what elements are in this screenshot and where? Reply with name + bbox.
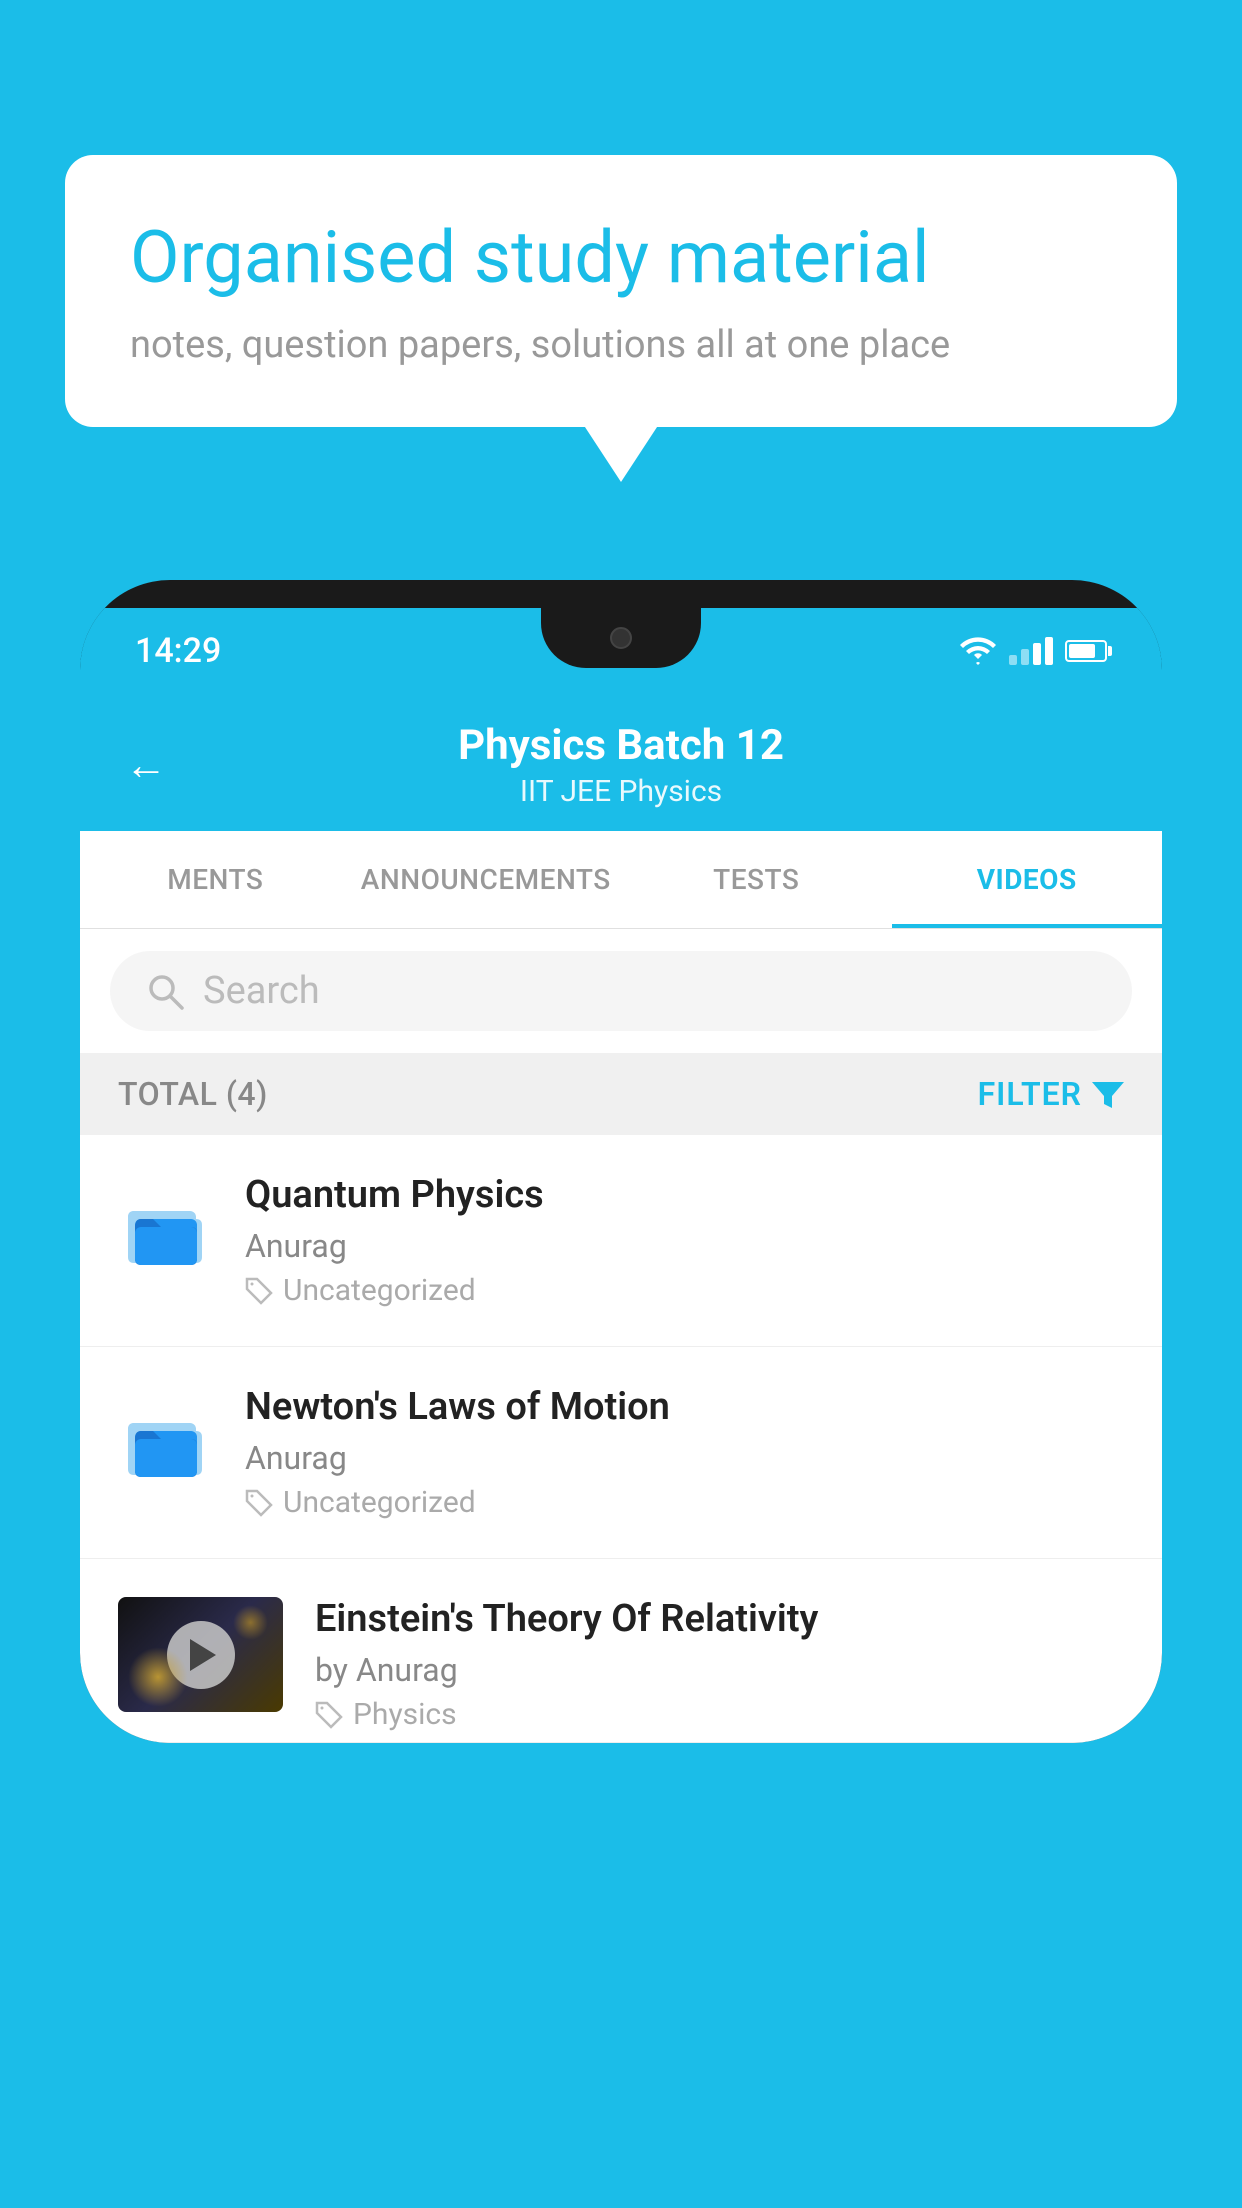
tag-icon-3 xyxy=(315,1701,343,1729)
app-header: ← Physics Batch 12 IIT JEE Physics xyxy=(80,693,1162,831)
search-container: Search xyxy=(80,929,1162,1053)
signal-icon xyxy=(1009,637,1053,665)
list-item[interactable]: Quantum Physics Anurag Uncategorized xyxy=(80,1135,1162,1347)
status-bar: 14:29 xyxy=(80,608,1162,693)
total-count: TOTAL (4) xyxy=(118,1075,268,1113)
video-info-2: Newton's Laws of Motion Anurag Uncategor… xyxy=(245,1385,1124,1520)
camera-dot xyxy=(610,627,632,649)
video-info-1: Quantum Physics Anurag Uncategorized xyxy=(245,1173,1124,1308)
video-tag-1: Uncategorized xyxy=(245,1273,1124,1308)
tag-icon-1 xyxy=(245,1277,273,1305)
tag-icon-2 xyxy=(245,1489,273,1517)
tag-label-1: Uncategorized xyxy=(283,1273,476,1308)
tabs-container: MENTS ANNOUNCEMENTS TESTS VIDEOS xyxy=(80,831,1162,929)
search-bar[interactable]: Search xyxy=(110,951,1132,1031)
filter-icon xyxy=(1092,1078,1124,1110)
bubble-title: Organised study material xyxy=(130,215,1112,301)
bubble-subtitle: notes, question papers, solutions all at… xyxy=(130,323,1112,367)
tab-ments[interactable]: MENTS xyxy=(80,831,351,928)
video-author-2: Anurag xyxy=(245,1439,1124,1477)
tab-tests[interactable]: TESTS xyxy=(621,831,892,928)
tab-announcements[interactable]: ANNOUNCEMENTS xyxy=(351,831,622,928)
wifi-icon xyxy=(959,637,997,665)
header-title: Physics Batch 12 xyxy=(458,721,784,770)
battery-icon xyxy=(1065,640,1107,662)
video-tag-3: Physics xyxy=(315,1697,1124,1732)
tag-label-2: Uncategorized xyxy=(283,1485,476,1520)
search-input-placeholder: Search xyxy=(203,969,320,1013)
video-author-3: by Anurag xyxy=(315,1651,1124,1689)
tag-label-3: Physics xyxy=(353,1697,457,1732)
folder-icon-1 xyxy=(118,1181,213,1276)
speech-bubble: Organised study material notes, question… xyxy=(65,155,1177,427)
folder-icon-2 xyxy=(118,1393,213,1488)
search-icon xyxy=(145,971,185,1011)
tab-videos[interactable]: VIDEOS xyxy=(892,831,1163,928)
video-title-1: Quantum Physics xyxy=(245,1173,1124,1217)
filter-label: FILTER xyxy=(978,1075,1082,1113)
video-title-2: Newton's Laws of Motion xyxy=(245,1385,1124,1429)
video-author-1: Anurag xyxy=(245,1227,1124,1265)
back-button[interactable]: ← xyxy=(125,741,167,790)
phone-frame-container: 14:29 xyxy=(80,580,1162,2208)
video-list: Quantum Physics Anurag Uncategorized xyxy=(80,1135,1162,1743)
filter-bar: TOTAL (4) FILTER xyxy=(80,1053,1162,1135)
list-item[interactable]: Einstein's Theory Of Relativity by Anura… xyxy=(80,1559,1162,1743)
header-title-block: Physics Batch 12 IIT JEE Physics xyxy=(458,721,784,809)
speech-bubble-container: Organised study material notes, question… xyxy=(65,155,1177,427)
header-subtitle: IIT JEE Physics xyxy=(458,774,784,809)
notch xyxy=(541,608,701,668)
phone-frame: 14:29 xyxy=(80,580,1162,1743)
video-thumbnail-3 xyxy=(118,1597,283,1712)
status-icons xyxy=(959,637,1107,665)
list-item[interactable]: Newton's Laws of Motion Anurag Uncategor… xyxy=(80,1347,1162,1559)
status-time: 14:29 xyxy=(135,631,221,671)
filter-button[interactable]: FILTER xyxy=(978,1075,1124,1113)
video-title-3: Einstein's Theory Of Relativity xyxy=(315,1597,1124,1641)
video-info-3: Einstein's Theory Of Relativity by Anura… xyxy=(315,1597,1124,1732)
video-tag-2: Uncategorized xyxy=(245,1485,1124,1520)
